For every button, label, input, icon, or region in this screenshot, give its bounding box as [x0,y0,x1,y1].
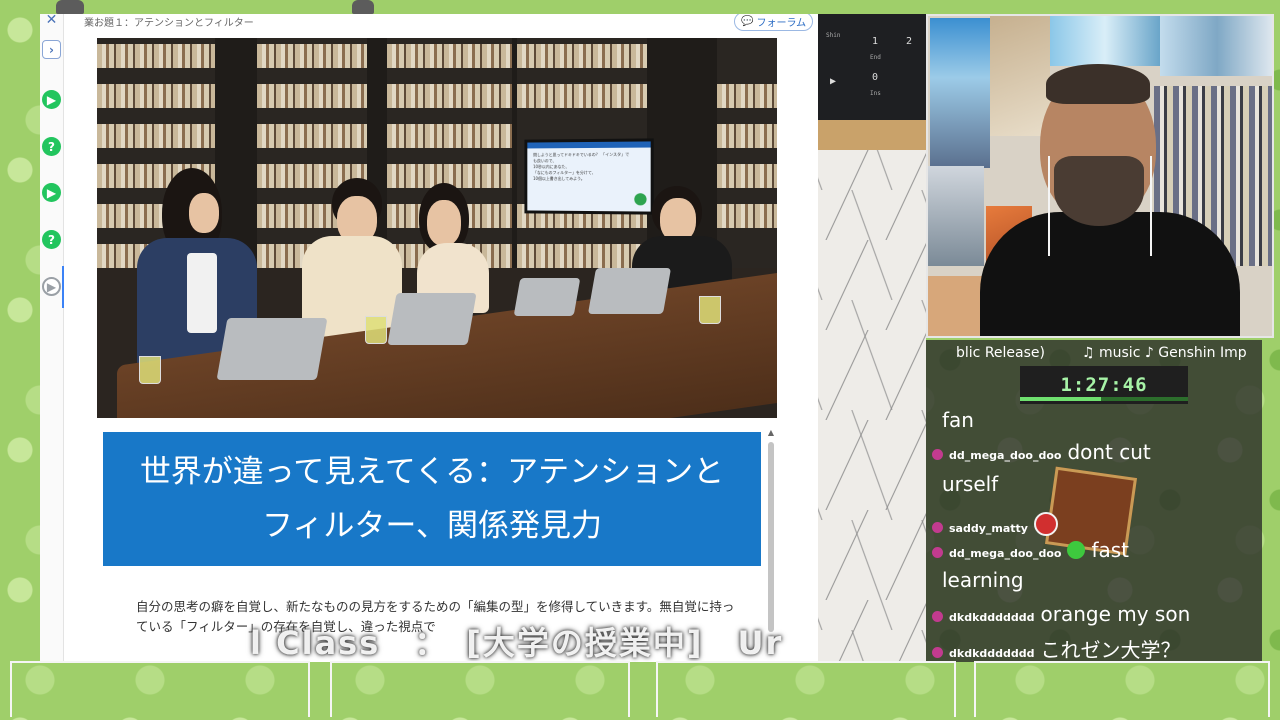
lecture-video[interactable]: 問しようと思ってドキドキでいるの？ 「インスタ」でも良いので、 10秒以内にあな… [97,38,777,418]
key-1-sub: End [870,54,881,61]
scroll-up-icon[interactable]: ▲ [767,428,775,437]
wall-poster [928,166,984,266]
wall-poster [1160,16,1272,76]
active-lesson-marker [62,266,64,308]
user-badge-icon [932,647,943,658]
overlay-panel [656,661,956,717]
chevron-right-icon[interactable]: › [42,40,61,59]
course-page: ✕ › ▶ ? ▶ ? ▶ 業お題１：アテンションとフィルター 💬 フォーラム [40,14,818,662]
overlay-panel [10,661,310,717]
chat-message: urself [942,472,998,496]
forum-button[interactable]: 💬 フォーラム [734,14,814,31]
chat-message: dd_mega_doo_doo fast [932,538,1130,562]
lesson-side-rail: ✕ › ▶ ? ▶ ? ▶ [40,14,64,662]
laptop [587,268,672,314]
key-0-sub: Ins [870,90,881,97]
emote-icon [1033,512,1058,536]
background-sprite [56,0,84,14]
now-playing-right: ♫ music ♪ Genshin Imp [1082,345,1247,361]
chat-username: dkdkddddddd [949,611,1035,624]
wall-poster [930,18,990,168]
key-0: 0 [872,72,879,83]
stream-chat-overlay: blic Release) ♫ music ♪ Genshin Imp 1:27… [926,340,1262,662]
earphone-cable [1048,156,1050,256]
key-1: 1 [872,36,879,47]
chat-message-text: urself [942,472,999,496]
presentation-screen-text: 問しようと思ってドキドキでいるの？ 「インスタ」でも良いので、 10秒以内にあな… [533,151,630,181]
play-circle-icon[interactable]: ▶ [42,90,61,109]
earphone-cable [1150,156,1152,256]
speech-bubble-icon: 💬 [741,16,754,27]
timer-progress-bar [1020,397,1188,401]
wall-poster [990,16,1050,136]
glass [699,296,721,324]
background-sprite [352,0,374,14]
scroll-thumb[interactable] [768,442,774,632]
keypad-overlay: Shin 1 2 End ▶ 0 Ins [818,14,926,120]
wall-poster [1050,16,1160,66]
laptop [513,278,581,316]
lesson-heading-line: 世界が違って見えてくる：アテンションと [139,454,725,490]
chat-message-text: orange my son [1040,602,1191,626]
breadcrumb: 業お題１：アテンションとフィルター [84,18,254,29]
shin-label: Shin [826,32,841,39]
chat-message: dkdkddddddd orange my son [932,602,1191,626]
chat-message-text: dont cut [1067,440,1151,464]
chat-message: dkdkddddddd これゼン大学？ [932,634,1181,662]
timer-progress-fill [1020,397,1101,401]
play-icon: ▶ [830,76,837,87]
close-icon[interactable]: ✕ [42,14,61,29]
chat-message: dd_mega_doo_doo dont cut [932,440,1151,464]
laptop [216,318,328,380]
sketch-lines [818,150,926,662]
overlay-panel [974,661,1270,717]
glass [139,356,161,384]
presentation-screen: 問しようと思ってドキドキでいるの？ 「インスタ」でも良いので、 10秒以内にあな… [524,138,654,215]
chat-message-text: これゼン大学？ [1040,638,1181,662]
chat-username: dd_mega_doo_doo [949,449,1062,462]
webcam-feed [926,14,1274,338]
chat-message-text: fast [1091,538,1130,562]
drawing-canvas: Shin 1 2 End ▶ 0 Ins [818,14,926,662]
lesson-heading: 世界が違って見えてくる：アテンションと フィルター、関係発見力 [140,445,724,553]
user-badge-icon [932,449,943,460]
chat-message-text: learning [942,568,1024,592]
person-beard [1054,156,1144,226]
user-badge-icon [932,547,943,558]
person-hair [1046,64,1150,104]
forum-button-label: フォーラム [756,18,807,29]
stream-caption: l Class ： [大学の授業中] Ur [250,624,784,662]
key-2: 2 [906,36,913,47]
chat-username: dkdkddddddd [949,647,1035,660]
glass [365,316,387,344]
chat-username: saddy_matty [949,522,1028,535]
laptop [387,293,477,345]
overlay-panel [330,661,630,717]
play-circle-icon[interactable]: ▶ [42,183,61,202]
now-playing-left: blic Release) [956,345,1045,361]
chat-message-text: fan [942,408,974,432]
user-badge-icon [932,522,943,533]
lesson-heading-line: フィルター、関係発見力 [261,508,603,544]
person-body [980,212,1240,336]
emote-icon [1067,541,1086,559]
chat-message: saddy_matty [932,508,1058,536]
chat-username: dd_mega_doo_doo [949,547,1062,560]
chat-message: fan [942,408,974,432]
help-circle-icon[interactable]: ? [42,137,61,156]
help-circle-icon[interactable]: ? [42,230,61,249]
chat-message: learning [942,568,1024,592]
play-circle-icon[interactable]: ▶ [42,277,61,296]
lesson-heading-banner: 世界が違って見えてくる：アテンションと フィルター、関係発見力 [103,432,761,566]
pad-frame [818,120,926,150]
user-badge-icon [932,611,943,622]
desk [928,276,988,336]
